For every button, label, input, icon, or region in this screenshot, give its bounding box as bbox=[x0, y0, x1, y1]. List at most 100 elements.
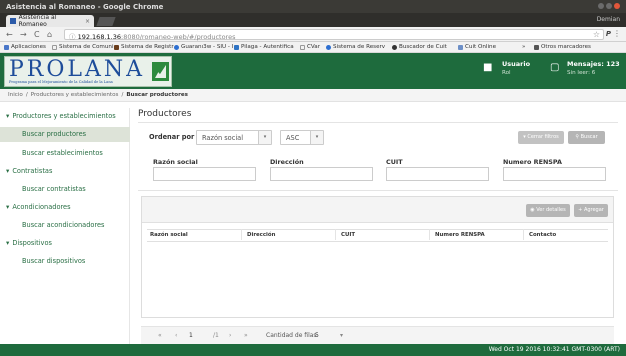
page-icon bbox=[300, 44, 305, 50]
sort-direction-select[interactable]: ASC ▾ bbox=[280, 130, 324, 145]
pagination: « ‹ 1 /1 › » Cantidad de filas 5 ▾ bbox=[141, 326, 614, 344]
close-window-button[interactable] bbox=[614, 3, 620, 9]
view-details-button[interactable]: ◉ Ver detalles bbox=[526, 204, 570, 217]
filter-icon: ▾ bbox=[523, 134, 526, 140]
search-button[interactable]: ⚲ Buscar bbox=[568, 131, 605, 144]
apps-icon bbox=[4, 44, 9, 50]
breadcrumb-separator: / bbox=[25, 92, 28, 98]
bookmark-item[interactable]: Aplicaciones bbox=[4, 44, 46, 50]
column-header[interactable]: Contacto bbox=[523, 229, 608, 240]
bookmark-item[interactable]: Sistema de Registr bbox=[114, 44, 174, 50]
address-bar-row: ← → C ⌂ ⓘ 192.168.1.36:8080/romaneo-web/… bbox=[0, 27, 626, 42]
profile-name[interactable]: Demian bbox=[597, 16, 620, 23]
column-header[interactable]: Razón social bbox=[145, 229, 241, 240]
user-icon[interactable]: ■ bbox=[483, 62, 492, 73]
forward-icon[interactable]: → bbox=[20, 30, 27, 39]
logo-emblem-icon bbox=[152, 62, 169, 81]
sidebar-item-buscar-productores[interactable]: Buscar productores bbox=[0, 127, 130, 142]
home-icon[interactable]: ⌂ bbox=[47, 30, 52, 39]
prolana-logo[interactable]: PROLANA Programa para el Mejoramiento de… bbox=[4, 56, 172, 87]
cuit-input[interactable] bbox=[386, 167, 489, 181]
breadcrumb-parent[interactable]: Productores y establecimientos bbox=[31, 92, 119, 98]
messages-label[interactable]: Mensajes: 123 bbox=[567, 60, 620, 68]
bookmark-item[interactable]: CVar bbox=[300, 44, 320, 50]
url-host: 192.168.1.36 bbox=[77, 33, 121, 41]
chevron-down-icon: ▾ bbox=[6, 112, 10, 120]
sidebar: ▾ Productores y establecimientos Buscar … bbox=[0, 108, 130, 344]
search-icon: ⚲ bbox=[575, 134, 579, 140]
url-input[interactable]: ⓘ 192.168.1.36:8080/romaneo-web/#/produc… bbox=[64, 29, 604, 41]
page-number-input[interactable]: 1 bbox=[189, 332, 193, 339]
first-page-button[interactable]: « bbox=[158, 332, 162, 339]
bookmark-item[interactable]: Sistema de Comuni bbox=[52, 44, 114, 50]
breadcrumb: Inicio / Productores y establecimientos … bbox=[0, 89, 626, 102]
breadcrumb-home[interactable]: Inicio bbox=[8, 92, 23, 98]
status-bar: Wed Oct 19 2016 10:32:41 GMT-0300 (ART) bbox=[0, 344, 626, 356]
reload-icon[interactable]: C bbox=[34, 30, 40, 39]
chevron-down-icon: ▾ bbox=[6, 203, 10, 211]
chrome-menu-icon[interactable]: ⋮ bbox=[613, 29, 621, 38]
sidebar-item-buscar-establecimientos[interactable]: Buscar establecimientos bbox=[0, 146, 130, 161]
site-icon bbox=[458, 44, 463, 50]
bookmarks-overflow[interactable]: » bbox=[522, 44, 525, 50]
sidebar-section-productores[interactable]: ▾ Productores y establecimientos bbox=[6, 112, 116, 120]
bookmark-item[interactable]: Cuit Online bbox=[458, 44, 496, 50]
sidebar-section-label: Acondicionadores bbox=[12, 203, 71, 211]
column-header[interactable]: CUIT bbox=[335, 229, 429, 240]
sidebar-section-dispositivos[interactable]: ▾ Dispositivos bbox=[6, 239, 52, 247]
bookmark-item[interactable]: Pilaga - Autentifica bbox=[234, 44, 294, 50]
next-page-button[interactable]: › bbox=[229, 332, 231, 339]
bookmark-star-icon[interactable]: ☆ bbox=[593, 30, 600, 39]
sidebar-section-contratistas[interactable]: ▾ Contratistas bbox=[6, 167, 52, 175]
breadcrumb-current: Buscar productores bbox=[126, 92, 189, 98]
close-filters-button[interactable]: ▾ Cerrar filtros bbox=[518, 131, 564, 144]
direccion-input[interactable] bbox=[270, 167, 373, 181]
maximize-button[interactable] bbox=[606, 3, 612, 9]
sort-field-select[interactable]: Razón social ▾ bbox=[196, 130, 272, 145]
user-role: Rol bbox=[502, 70, 511, 76]
filter-label-cuit: CUIT bbox=[386, 158, 403, 166]
last-page-button[interactable]: » bbox=[244, 332, 248, 339]
logo-subtitle: Programa para el Mejoramiento de la Cali… bbox=[9, 80, 113, 84]
razon-social-input[interactable] bbox=[153, 167, 256, 181]
url-path: :8080/romaneo-web/#/productores bbox=[121, 33, 236, 41]
site-icon bbox=[326, 44, 331, 50]
back-icon[interactable]: ← bbox=[6, 30, 13, 39]
sidebar-section-acondicionadores[interactable]: ▾ Acondicionadores bbox=[6, 203, 71, 211]
messages-icon[interactable]: ▢ bbox=[550, 62, 559, 73]
filter-label-direccion: Dirección bbox=[270, 158, 304, 166]
tab-strip: Asistencia al Romaneo × Demian bbox=[0, 13, 626, 28]
table-border bbox=[147, 241, 608, 242]
filter-label-renspa: Numero RENSPA bbox=[503, 158, 562, 166]
extension-icon[interactable]: P bbox=[606, 30, 611, 38]
browser-tab[interactable]: Asistencia al Romaneo × bbox=[6, 14, 94, 28]
caret-down-icon[interactable]: ▾ bbox=[340, 332, 343, 339]
column-header[interactable]: Dirección bbox=[241, 229, 335, 240]
bookmark-item[interactable]: Buscador de Cuit bbox=[392, 44, 447, 50]
eye-icon: ◉ bbox=[530, 207, 535, 213]
page-title: Productores bbox=[138, 109, 192, 119]
prev-page-button[interactable]: ‹ bbox=[175, 332, 177, 339]
window-title: Asistencia al Romaneo - Google Chrome bbox=[6, 3, 164, 11]
folder-icon bbox=[534, 44, 539, 50]
sidebar-section-label: Contratistas bbox=[12, 167, 53, 175]
sidebar-item-buscar-contratistas[interactable]: Buscar contratistas bbox=[0, 182, 130, 197]
rows-per-page-value[interactable]: 5 bbox=[315, 332, 319, 339]
site-info-icon[interactable]: ⓘ bbox=[69, 33, 76, 41]
other-bookmarks[interactable]: Otros marcadores bbox=[534, 44, 591, 50]
sidebar-item-buscar-dispositivos[interactable]: Buscar dispositivos bbox=[0, 254, 130, 269]
sidebar-item-buscar-acondicionadores[interactable]: Buscar acondicionadores bbox=[0, 218, 130, 233]
add-button[interactable]: + Agregar bbox=[574, 204, 608, 217]
user-label[interactable]: Usuario bbox=[502, 60, 530, 68]
tab-close-icon[interactable]: × bbox=[85, 18, 90, 25]
bookmark-item[interactable]: Guaranı3w - SIU - I bbox=[174, 44, 233, 50]
minimize-button[interactable] bbox=[598, 3, 604, 9]
sort-direction-value: ASC bbox=[286, 134, 300, 142]
bookmark-item[interactable]: Sistema de Reserv bbox=[326, 44, 385, 50]
caret-down-icon: ▾ bbox=[310, 131, 323, 144]
new-tab-button[interactable] bbox=[96, 17, 116, 26]
messages-unread: Sin leer: 6 bbox=[567, 70, 596, 76]
column-header[interactable]: Numero RENSPA bbox=[429, 229, 523, 240]
divider bbox=[138, 190, 618, 191]
renspa-input[interactable] bbox=[503, 167, 606, 181]
